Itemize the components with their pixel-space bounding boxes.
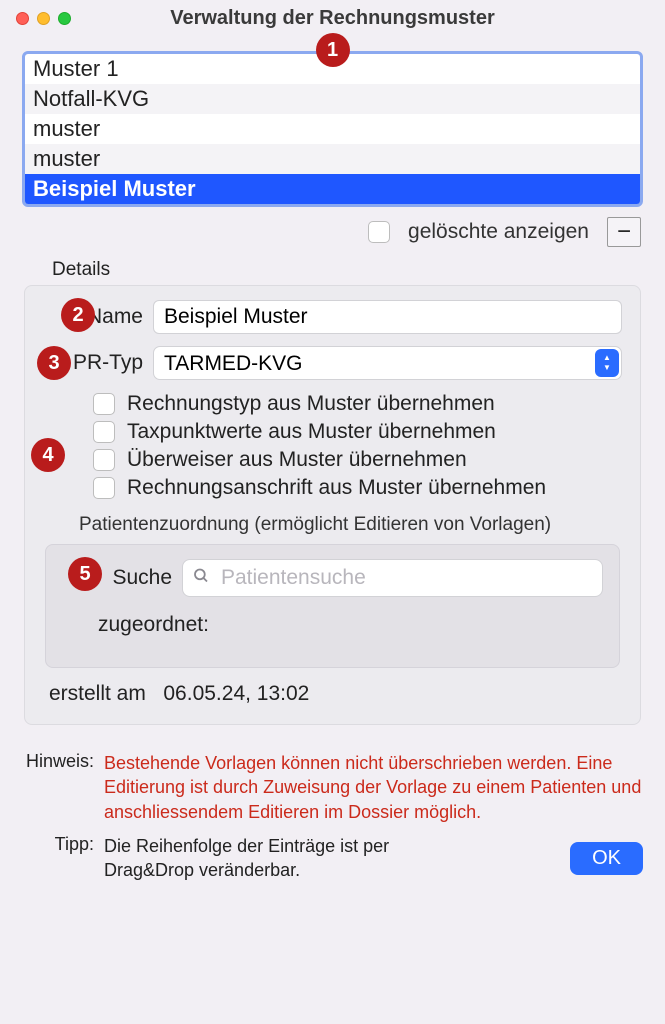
list-item[interactable]: muster [25, 144, 640, 174]
details-heading: Details [52, 259, 643, 281]
list-item[interactable]: muster [25, 114, 640, 144]
check-label: Taxpunktwerte aus Muster übernehmen [127, 420, 496, 444]
annotation-badge-4: 4 [31, 438, 65, 472]
check-taxpunktwerte[interactable] [93, 421, 115, 443]
assigned-label: zugeordnet: [98, 613, 603, 637]
ok-button[interactable]: OK [570, 842, 643, 875]
check-label: Rechnungstyp aus Muster übernehmen [127, 392, 495, 416]
check-rechnungsanschrift[interactable] [93, 477, 115, 499]
check-label: Überweiser aus Muster übernehmen [127, 448, 467, 472]
list-item[interactable]: Notfall-KVG [25, 84, 640, 114]
show-deleted-label: gelöschte anzeigen [408, 220, 589, 244]
annotation-badge-5: 5 [68, 557, 102, 591]
prtyp-select[interactable]: TARMED-KVG [153, 346, 622, 380]
tip-label: Tipp: [22, 834, 94, 883]
details-panel: 2 3 4 Name PR-Typ TARMED-KVG ▲ ▼ Rechnun… [24, 285, 641, 725]
name-input[interactable] [153, 300, 622, 334]
check-rechnungstyp[interactable] [93, 393, 115, 415]
check-label: Rechnungsanschrift aus Muster übernehmen [127, 476, 546, 500]
minus-icon: − [617, 220, 631, 244]
annotation-badge-3: 3 [37, 346, 71, 380]
template-listbox[interactable]: Muster 1 Notfall-KVG muster muster Beisp… [22, 51, 643, 207]
titlebar: Verwaltung der Rechnungsmuster [0, 0, 665, 35]
remove-button[interactable]: − [607, 217, 641, 247]
patient-search-input[interactable] [182, 559, 603, 597]
hint-text: Bestehende Vorlagen können nicht übersch… [104, 751, 643, 824]
window-title: Verwaltung der Rechnungsmuster [0, 7, 665, 30]
annotation-badge-1: 1 [316, 33, 350, 67]
assign-heading: Patientenzuordnung (ermöglicht Editieren… [79, 514, 622, 536]
created-value: 06.05.24, 13:02 [163, 682, 309, 705]
list-item-selected[interactable]: Beispiel Muster [25, 174, 640, 204]
show-deleted-checkbox[interactable] [368, 221, 390, 243]
assign-panel: 5 Suche zugeordnet: [45, 544, 620, 668]
check-ueberweiser[interactable] [93, 449, 115, 471]
hint-label: Hinweis: [22, 751, 94, 824]
annotation-badge-2: 2 [61, 298, 95, 332]
tip-text: Die Reihenfolge der Einträge ist per Dra… [104, 834, 424, 883]
created-label: erstellt am [49, 682, 146, 705]
